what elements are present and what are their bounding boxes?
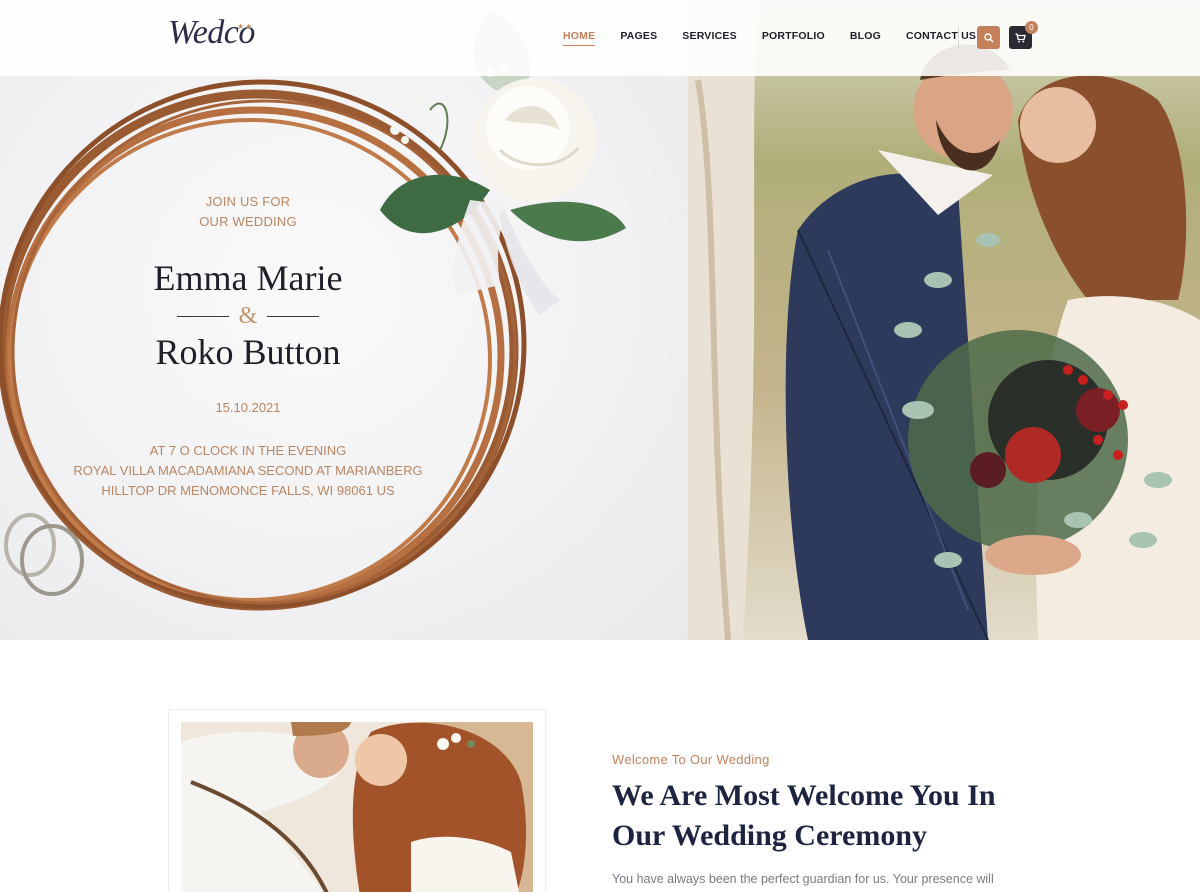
nav-home[interactable]: HOME [563,30,596,46]
welcome-title: We Are Most Welcome You In Our Wedding C… [612,779,996,852]
couple-photo-illustration [688,0,1200,640]
nav-portfolio[interactable]: PORTFOLIO [762,30,825,46]
nav-pages[interactable]: PAGES [620,30,657,46]
nav-blog[interactable]: BLOG [850,30,881,46]
site-header: Wedco ★★ HOME PAGES SERVICES PORTFOLIO B… [0,0,1200,76]
hero-section: JOIN US FOR OUR WEDDING Emma Marie & Rok… [0,0,1200,640]
divider-line [267,315,320,317]
hero-couple-photo [688,0,1200,640]
welcome-body: You have always been the perfect guardia… [612,872,994,886]
welcome-couple-photo [181,722,533,892]
wedding-date: 15.10.2021 [215,400,281,415]
hero-invitation-panel: JOIN US FOR OUR WEDDING Emma Marie & Rok… [0,0,688,640]
logo-stars-icon: ★★ [237,22,254,31]
nav-contact-us[interactable]: CONTACT US [906,30,976,46]
invitation-intro: JOIN US FOR OUR WEDDING [199,194,297,229]
ampersand: & [238,302,258,329]
venue-line-2: ROYAL VILLA MACADAMIANA SECOND AT MARIAN… [73,463,423,478]
ampersand-divider: & [60,302,436,330]
divider-line [176,315,229,317]
welcome-section: Welcome To Our Wedding We Are Most Welco… [612,752,1032,892]
groom-name: Roko Button [155,332,341,372]
search-button[interactable] [977,26,1000,49]
search-icon [983,32,994,43]
cart-icon [1015,32,1026,42]
main-nav: HOME PAGES SERVICES PORTFOLIO BLOG CONTA… [563,30,1001,46]
bride-name: Emma Marie [153,258,343,298]
cart-count-badge: 0 [1025,21,1038,34]
welcome-kicker: Welcome To Our Wedding [612,752,770,767]
couple-kiss-illustration [181,722,533,892]
nav-services[interactable]: SERVICES [682,30,737,46]
nav-divider [958,27,959,49]
site-logo[interactable]: Wedco [168,14,255,52]
invitation-text-block: JOIN US FOR OUR WEDDING Emma Marie & Rok… [60,192,436,501]
venue-line-3: HILLTOP DR MENOMONCE FALLS, WI 98061 US [101,483,395,498]
wedding-venue: AT 7 O CLOCK IN THE EVENING ROYAL VILLA … [60,441,436,501]
venue-line-1: AT 7 O CLOCK IN THE EVENING [149,443,347,458]
